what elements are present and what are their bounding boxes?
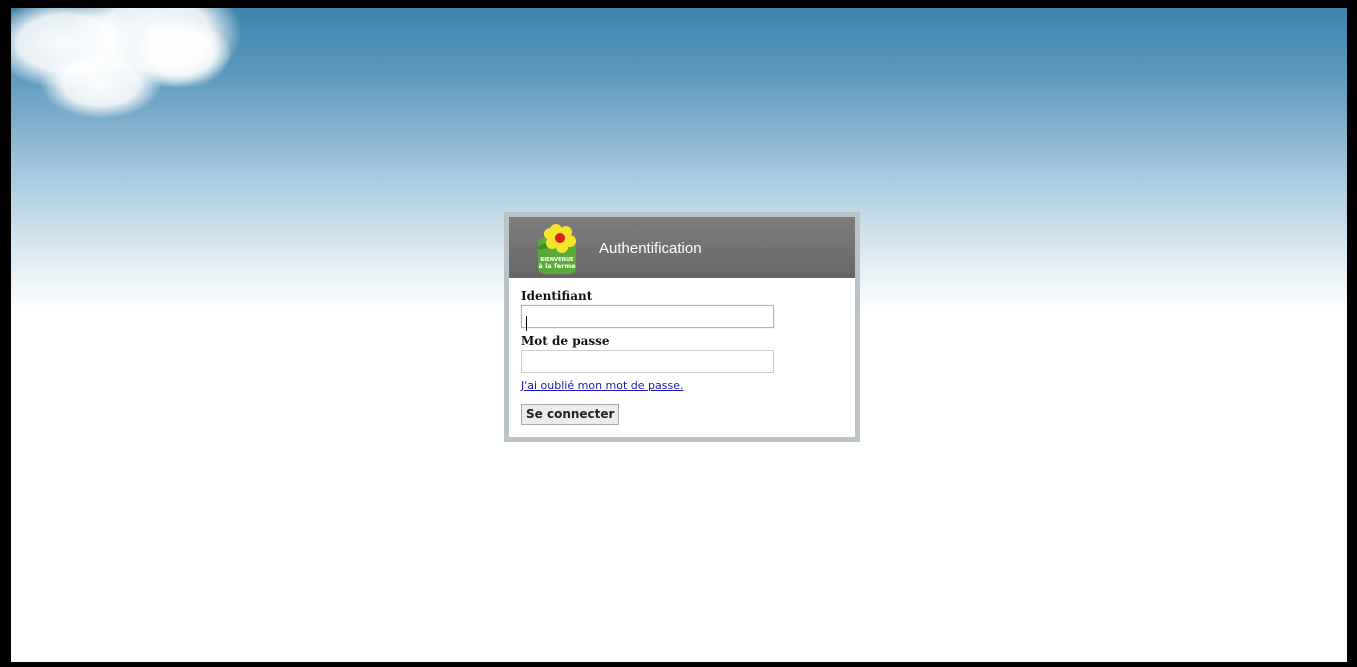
flower-logo-icon: BIENVENUE à la ferme xyxy=(537,224,576,274)
login-header: BIENVENUE à la ferme Authentification xyxy=(509,217,855,278)
password-label: Mot de passe xyxy=(521,334,610,348)
login-form: Identifiant Mot de passe J'ai oublié mon… xyxy=(509,278,855,425)
password-input[interactable] xyxy=(521,350,774,373)
login-button[interactable]: Se connecter xyxy=(521,403,620,425)
logo-text-line2: à la ferme xyxy=(538,262,576,270)
text-caret xyxy=(526,316,527,331)
page-title: Authentification xyxy=(599,240,702,257)
forgot-password-link[interactable]: J'ai oublié mon mot de passe. xyxy=(521,379,843,392)
login-panel: BIENVENUE à la ferme Authentification Id… xyxy=(504,212,860,442)
username-input[interactable] xyxy=(521,305,774,328)
cloud-decoration xyxy=(131,18,231,88)
browser-viewport: BIENVENUE à la ferme Authentification Id… xyxy=(0,0,1357,667)
username-label: Identifiant xyxy=(521,289,593,303)
